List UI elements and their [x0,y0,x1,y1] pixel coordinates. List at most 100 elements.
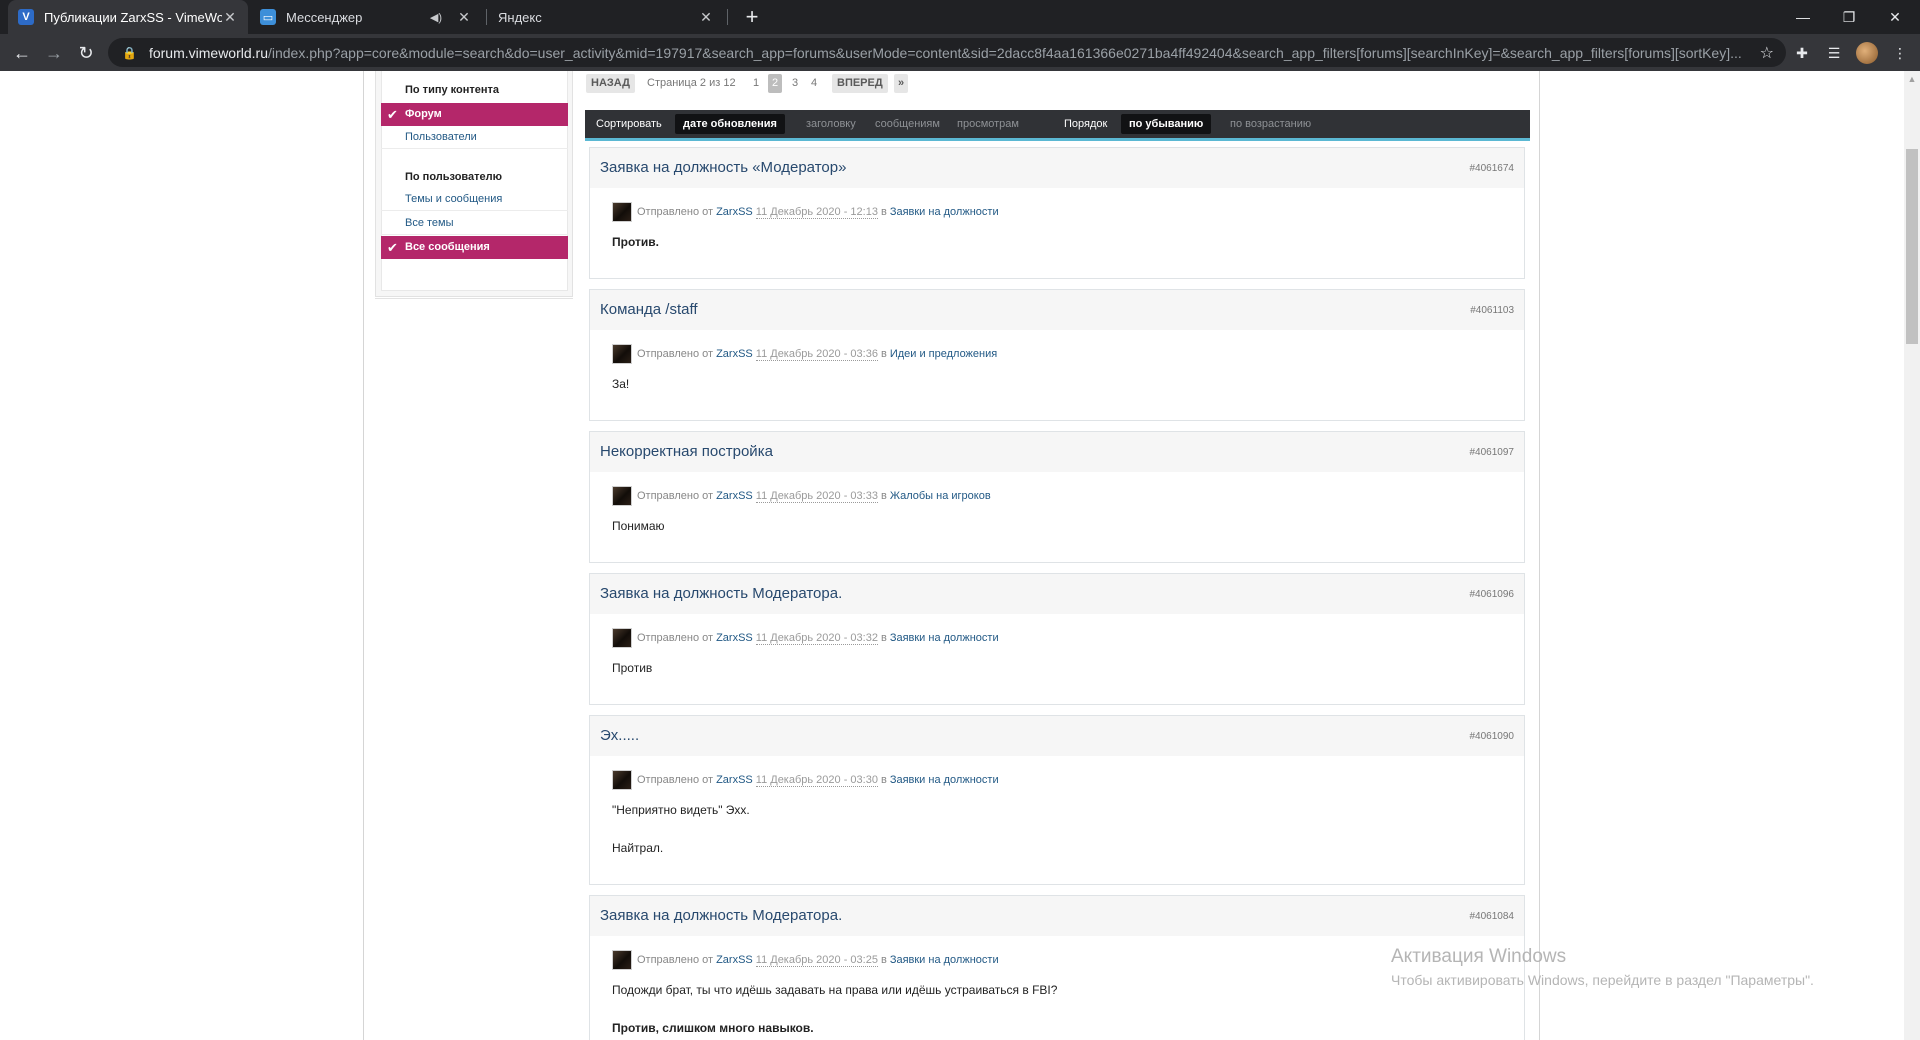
pagination-page-4[interactable]: 4 [807,74,821,93]
filter-forum[interactable]: ✔ Форум [381,103,568,126]
order-label: Порядок [1064,118,1108,130]
post-title-link[interactable]: Эх..... [600,727,639,744]
author-link[interactable]: ZarxSS [716,774,753,786]
forum-link[interactable]: Заявки на должности [890,632,999,644]
chrome-menu-icon[interactable]: ⋮ [1890,43,1910,63]
in-label: в [880,954,887,966]
messenger-favicon-icon: ▭ [260,9,276,25]
author-link[interactable]: ZarxSS [716,348,753,360]
author-avatar[interactable] [612,950,632,970]
back-icon[interactable]: ← [8,39,36,67]
author-link[interactable]: ZarxSS [716,490,753,502]
browser-tab-messenger[interactable]: ▭ Мессенджер ◀) ✕ [250,0,482,34]
author-avatar[interactable] [612,770,632,790]
bookmark-star-icon[interactable]: ☆ [1760,43,1774,63]
author-link[interactable]: ZarxSS [716,632,753,644]
pagination-next-button[interactable]: ВПЕРЕД [832,74,888,93]
post-body-text: За! [612,377,630,391]
tab-title: Публикации ZarxSS - VimeWorld [44,9,222,25]
in-label: в [880,206,887,218]
in-label: в [880,774,887,786]
in-label: в [880,348,887,360]
pagination-page-1[interactable]: 1 [749,74,763,93]
pagination-page-current: 2 [768,74,782,93]
post-title-link[interactable]: Заявка на должность «Модератор» [600,159,846,176]
filter-label: Все темы [405,217,454,229]
filter-users[interactable]: Пользователи [381,126,568,149]
sort-label: Сортировать [596,118,662,130]
forum-link[interactable]: Заявки на должности [890,774,999,786]
order-ascending[interactable]: по возрастанию [1230,110,1311,138]
author-avatar[interactable] [612,628,632,648]
sort-by-replies[interactable]: сообщениям [875,110,940,138]
audio-playing-icon[interactable]: ◀) [430,11,442,24]
pagination-last-button[interactable]: » [894,74,909,93]
browser-tab-yandex[interactable]: Яндекс ✕ [488,0,724,34]
post-body-text: Найтрал. [612,841,664,855]
post-id-link[interactable]: #4061097 [1470,447,1515,458]
author-avatar[interactable] [612,202,632,222]
author-link[interactable]: ZarxSS [716,954,753,966]
sort-by-title[interactable]: заголовку [806,110,856,138]
window-close-icon[interactable]: ✕ [1872,0,1918,34]
sort-by-views[interactable]: просмотрам [957,110,1019,138]
sort-by-date-updated[interactable]: дате обновления [675,114,785,134]
forward-icon[interactable]: → [40,39,68,67]
order-descending[interactable]: по убыванию [1121,114,1212,134]
pagination-prev-button[interactable]: НАЗАД [586,74,635,93]
post-id-link[interactable]: #4061096 [1470,589,1515,600]
forum-link[interactable]: Жалобы на игроков [890,490,991,502]
new-tab-icon[interactable]: + [738,4,766,30]
extensions-puzzle-icon[interactable]: ✚ [1792,43,1812,63]
forum-link[interactable]: Заявки на должности [890,206,999,218]
forum-link[interactable]: Идеи и предложения [890,348,997,360]
posted-by-label: Отправлено от [637,348,714,360]
profile-avatar-icon[interactable] [1856,42,1878,64]
post-meta: Отправлено от ZarxSS 11 Декабрь 2020 - 0… [612,628,999,648]
tab-close-icon[interactable]: ✕ [698,9,714,26]
post-body-text: Против. [612,235,659,249]
post-title-link[interactable]: Некорректная постройка [600,443,773,460]
post-date: 11 Декабрь 2020 - 03:25 [755,953,878,967]
address-bar[interactable]: 🔒 forum.vimeworld.ru /index.php?app=core… [108,38,1786,67]
post-title-link[interactable]: Команда /staff [600,301,698,318]
post-header: Заявка на должность Модератора. #4061084 [590,896,1524,936]
post-title-link[interactable]: Заявка на должность Модератора. [600,907,842,924]
post-date: 11 Декабрь 2020 - 12:13 [755,205,878,219]
post-id-link[interactable]: #4061090 [1470,731,1515,742]
tab-close-icon[interactable]: ✕ [222,9,238,26]
post-meta: Отправлено от ZarxSS 11 Декабрь 2020 - 0… [612,770,999,790]
browser-tab-strip: V Публикации ZarxSS - VimeWorld ✕ ▭ Месс… [0,0,1920,34]
post-body-text: Подожди брат, ты что идёшь задавать на п… [612,983,1058,997]
post-header: Заявка на должность Модератора. #4061096 [590,574,1524,614]
minimize-icon[interactable]: — [1780,0,1826,34]
search-result-post: Заявка на должность Модератора. #4061096… [589,573,1525,705]
forum-link[interactable]: Заявки на должности [890,954,999,966]
post-id-link[interactable]: #4061674 [1470,163,1515,174]
post-id-link[interactable]: #4061103 [1470,305,1514,316]
scroll-up-icon[interactable]: ▲ [1904,71,1920,87]
post-id-link[interactable]: #4061084 [1470,911,1515,922]
scrollbar-thumb[interactable] [1906,149,1918,344]
in-label: в [880,490,887,502]
filter-sidebar: По типу контента ✔ Форум Пользователи По… [375,71,573,297]
filter-topics-and-posts[interactable]: Темы и сообщения [381,188,568,211]
post-title-link[interactable]: Заявка на должность Модератора. [600,585,842,602]
post-body-text: Против, слишком много навыков. [612,1021,814,1035]
pagination-page-3[interactable]: 3 [788,74,802,93]
author-link[interactable]: ZarxSS [716,206,753,218]
frame-border-left [363,71,364,1040]
restore-icon[interactable]: ❐ [1826,0,1872,34]
reload-icon[interactable]: ↻ [72,39,100,67]
tab-close-icon[interactable]: ✕ [456,9,472,26]
browser-tab-active[interactable]: V Публикации ZarxSS - VimeWorld ✕ [8,0,248,34]
reading-list-icon[interactable]: ☰ [1824,43,1844,63]
tab-separator [727,9,728,25]
author-avatar[interactable] [612,344,632,364]
lock-icon[interactable]: 🔒 [122,46,137,60]
filter-all-topics[interactable]: Все темы [381,212,568,235]
post-meta: Отправлено от ZarxSS 11 Декабрь 2020 - 1… [612,202,999,222]
filter-all-posts[interactable]: ✔ Все сообщения [381,236,568,259]
author-avatar[interactable] [612,486,632,506]
frame-border-right [1539,71,1540,1040]
